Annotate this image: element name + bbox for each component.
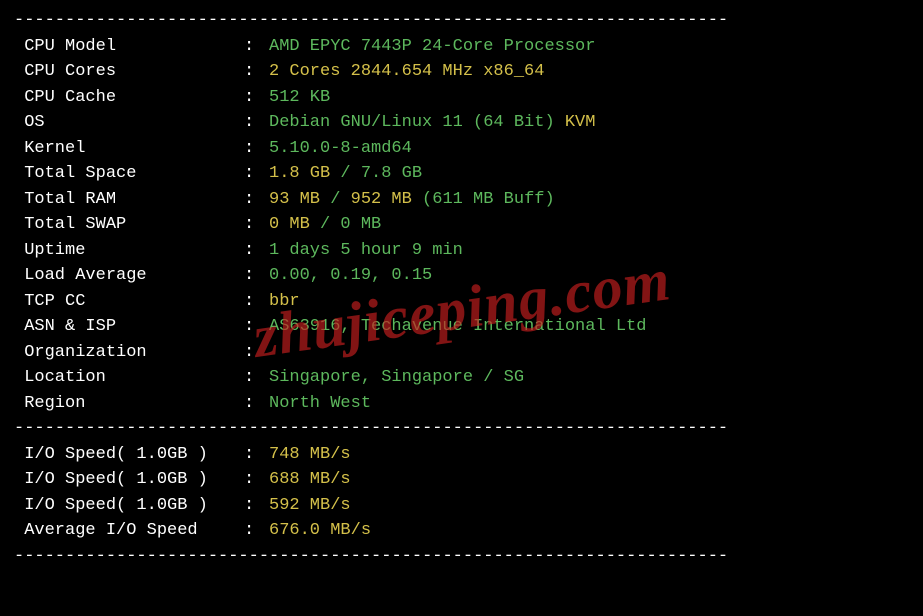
colon: : [244,212,269,238]
row-kernel: Kernel : 5.10.0-8-amd64 [14,136,909,162]
label-io-2: I/O Speed( 1.0GB ) [14,467,244,493]
colon: : [244,314,269,340]
row-asn: ASN & ISP : AS63916, Techavenue Internat… [14,314,909,340]
row-region: Region : North West [14,391,909,417]
value-cpu-model: AMD EPYC 7443P 24-Core Processor [269,34,909,60]
value-kernel: 5.10.0-8-amd64 [269,136,909,162]
row-load: Load Average : 0.00, 0.19, 0.15 [14,263,909,289]
colon: : [244,289,269,315]
colon: : [244,263,269,289]
row-org: Organization : [14,340,909,366]
row-cpu-cache: CPU Cache : 512 KB [14,85,909,111]
row-io-1: I/O Speed( 1.0GB ) : 748 MB/s [14,442,909,468]
label-load: Load Average [14,263,244,289]
row-cpu-cores: CPU Cores : 2 Cores 2844.654 MHz x86_64 [14,59,909,85]
value-cpu-cores: 2 Cores 2844.654 MHz x86_64 [269,59,909,85]
colon: : [244,238,269,264]
row-total-ram: Total RAM : 93 MB / 952 MB (611 MB Buff) [14,187,909,213]
value-io-1: 748 MB/s [269,442,909,468]
label-location: Location [14,365,244,391]
label-io-1: I/O Speed( 1.0GB ) [14,442,244,468]
value-uptime: 1 days 5 hour 9 min [269,238,909,264]
value-os: Debian GNU/Linux 11 (64 Bit) KVM [269,110,909,136]
colon: : [244,136,269,162]
row-location: Location : Singapore, Singapore / SG [14,365,909,391]
value-io-2: 688 MB/s [269,467,909,493]
label-uptime: Uptime [14,238,244,264]
divider-top: ----------------------------------------… [14,8,909,34]
label-asn: ASN & ISP [14,314,244,340]
colon: : [244,493,269,519]
colon: : [244,59,269,85]
value-load: 0.00, 0.19, 0.15 [269,263,909,289]
label-org: Organization [14,340,244,366]
divider-bottom: ----------------------------------------… [14,544,909,570]
colon: : [244,34,269,60]
colon: : [244,187,269,213]
row-total-space: Total Space : 1.8 GB / 7.8 GB [14,161,909,187]
label-region: Region [14,391,244,417]
row-uptime: Uptime : 1 days 5 hour 9 min [14,238,909,264]
value-org [269,340,909,366]
value-total-swap: 0 MB / 0 MB [269,212,909,238]
row-io-2: I/O Speed( 1.0GB ) : 688 MB/s [14,467,909,493]
label-tcp: TCP CC [14,289,244,315]
row-os: OS : Debian GNU/Linux 11 (64 Bit) KVM [14,110,909,136]
colon: : [244,110,269,136]
label-total-space: Total Space [14,161,244,187]
value-io-3: 592 MB/s [269,493,909,519]
label-total-ram: Total RAM [14,187,244,213]
value-region: North West [269,391,909,417]
row-cpu-model: CPU Model : AMD EPYC 7443P 24-Core Proce… [14,34,909,60]
colon: : [244,161,269,187]
label-cpu-model: CPU Model [14,34,244,60]
colon: : [244,442,269,468]
row-total-swap: Total SWAP : 0 MB / 0 MB [14,212,909,238]
divider-mid: ----------------------------------------… [14,416,909,442]
row-tcp: TCP CC : bbr [14,289,909,315]
label-kernel: Kernel [14,136,244,162]
value-cpu-cache: 512 KB [269,85,909,111]
label-io-3: I/O Speed( 1.0GB ) [14,493,244,519]
label-cpu-cache: CPU Cache [14,85,244,111]
colon: : [244,467,269,493]
label-os: OS [14,110,244,136]
value-asn: AS63916, Techavenue International Ltd [269,314,909,340]
colon: : [244,365,269,391]
value-total-space: 1.8 GB / 7.8 GB [269,161,909,187]
value-io-avg: 676.0 MB/s [269,518,909,544]
colon: : [244,85,269,111]
value-total-ram: 93 MB / 952 MB (611 MB Buff) [269,187,909,213]
row-io-avg: Average I/O Speed : 676.0 MB/s [14,518,909,544]
label-io-avg: Average I/O Speed [14,518,244,544]
row-io-3: I/O Speed( 1.0GB ) : 592 MB/s [14,493,909,519]
value-location: Singapore, Singapore / SG [269,365,909,391]
label-cpu-cores: CPU Cores [14,59,244,85]
value-tcp: bbr [269,289,909,315]
colon: : [244,391,269,417]
label-total-swap: Total SWAP [14,212,244,238]
colon: : [244,518,269,544]
colon: : [244,340,269,366]
